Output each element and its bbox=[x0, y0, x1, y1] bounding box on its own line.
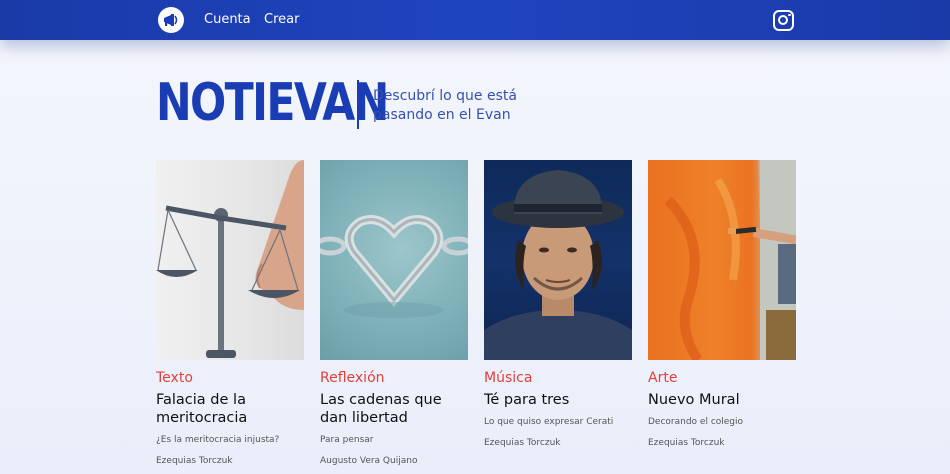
card-author: Augusto Vera Quijano bbox=[320, 456, 418, 466]
nav-link-cuenta[interactable]: Cuenta bbox=[204, 12, 251, 27]
site-brand: NOTIEVAN bbox=[156, 73, 389, 133]
card-author: Ezequias Torczuk bbox=[648, 438, 725, 448]
card-category: Música bbox=[484, 370, 533, 386]
article-card-reflexion[interactable]: Reflexión Las cadenas que dan libertad P… bbox=[320, 160, 468, 467]
top-navbar: Cuenta Crear bbox=[0, 0, 950, 40]
card-subtitle: Para pensar bbox=[320, 435, 374, 445]
card-author: Ezequias Torczuk bbox=[484, 438, 561, 448]
card-title[interactable]: Falacia de la meritocracia bbox=[156, 391, 304, 427]
article-card-musica[interactable]: Música Té para tres Lo que quiso expresa… bbox=[484, 160, 632, 449]
card-category: Texto bbox=[156, 370, 193, 386]
brand-divider bbox=[357, 80, 359, 129]
card-title[interactable]: Té para tres bbox=[484, 391, 632, 409]
card-subtitle: ¿Es la meritocracia injusta? bbox=[156, 435, 280, 445]
article-card-arte[interactable]: Arte Nuevo Mural Decorando el colegio Ez… bbox=[648, 160, 796, 449]
card-author: Ezequias Torczuk bbox=[156, 456, 233, 466]
painting-mural-image[interactable] bbox=[648, 160, 796, 360]
site-tagline: Descubrí lo que está pasando en el Evan bbox=[373, 88, 517, 123]
article-card-texto[interactable]: Texto Falacia de la meritocracia ¿Es la … bbox=[156, 160, 304, 467]
man-with-hat-image[interactable] bbox=[484, 160, 632, 360]
scale-balance-image[interactable] bbox=[156, 160, 304, 360]
card-category: Arte bbox=[648, 370, 678, 386]
card-title[interactable]: Las cadenas que dan libertad bbox=[320, 391, 468, 427]
card-subtitle: Decorando el colegio bbox=[648, 417, 744, 427]
heart-chain-image[interactable] bbox=[320, 160, 468, 360]
instagram-icon[interactable] bbox=[773, 10, 794, 31]
card-category: Reflexión bbox=[320, 370, 385, 386]
megaphone-icon[interactable] bbox=[158, 7, 184, 33]
card-title[interactable]: Nuevo Mural bbox=[648, 391, 796, 409]
card-subtitle: Lo que quiso expresar Cerati bbox=[484, 417, 614, 427]
nav-link-crear[interactable]: Crear bbox=[264, 12, 299, 27]
